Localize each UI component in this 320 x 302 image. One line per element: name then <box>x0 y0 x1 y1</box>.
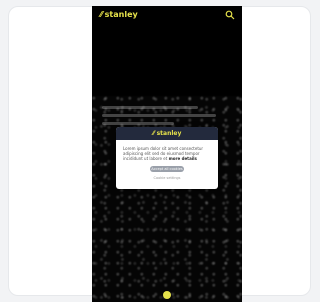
accept-button[interactable]: Accept all cookies <box>150 166 184 172</box>
more-details-link[interactable]: more details <box>169 156 197 161</box>
modal-header: ⁄⁄ stanley <box>116 127 218 140</box>
top-bar: ⁄⁄ stanley <box>92 6 242 26</box>
hero-line <box>102 106 198 109</box>
settings-link[interactable]: Cookie settings <box>123 176 211 180</box>
hero-line <box>102 114 216 117</box>
brand-name: stanley <box>104 10 138 19</box>
cookie-modal: ⁄⁄ stanley Lorem ipsum dolor sit amet co… <box>116 127 218 189</box>
phone-screen: ⁄⁄ stanley ⁄⁄ stanley Lorem ipsum dolor … <box>92 6 242 302</box>
search-icon[interactable] <box>225 10 235 20</box>
logo-mark-icon: ⁄⁄ <box>152 130 155 137</box>
logo-mark-icon: ⁄⁄ <box>100 10 103 19</box>
modal-text: Lorem ipsum dolor sit amet consectetur a… <box>123 146 211 161</box>
modal-body: Lorem ipsum dolor sit amet consectetur a… <box>116 140 218 180</box>
chat-icon[interactable] <box>163 291 171 299</box>
modal-title: stanley <box>156 130 182 137</box>
hero-text-placeholder <box>102 106 222 125</box>
hero-line <box>102 122 174 125</box>
brand-logo[interactable]: ⁄⁄ stanley <box>100 10 138 20</box>
